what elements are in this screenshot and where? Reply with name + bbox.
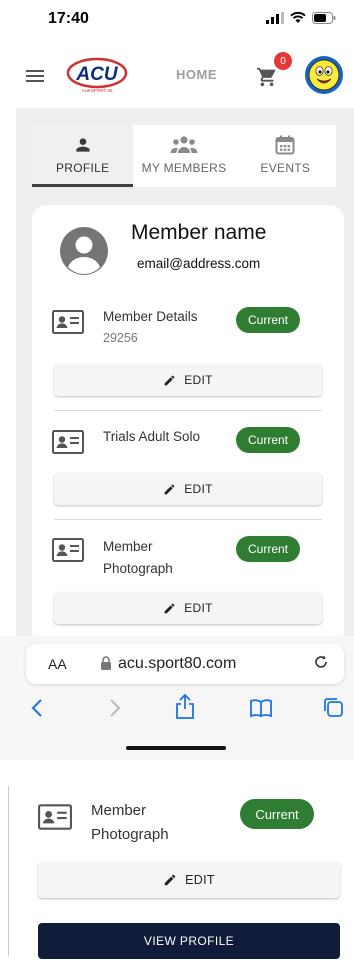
pencil-icon (164, 874, 176, 886)
member-avatar-icon (60, 227, 108, 275)
lower-photograph-title-line1: Member (91, 802, 147, 819)
person-icon (75, 138, 90, 152)
status-badge: Current (240, 799, 314, 829)
acu-logo[interactable]: ACU AUKSPORT 80 (66, 56, 128, 94)
edit-label: EDIT (184, 601, 213, 615)
svg-text:AUKSPORT 80: AUKSPORT 80 (82, 88, 113, 93)
id-card-icon (52, 538, 84, 562)
edit-label: EDIT (184, 482, 213, 496)
status-time: 17:40 (48, 10, 89, 27)
lower-photograph-title-line2: Photograph (91, 826, 169, 843)
status-badge: Current (236, 427, 300, 453)
profile-tabs: PROFILE MY MEMBERS EVENTS (32, 125, 336, 187)
calendar-icon (275, 135, 295, 155)
signal-icon (266, 12, 284, 24)
id-card-icon (38, 804, 72, 830)
user-avatar[interactable] (305, 56, 343, 94)
status-icons (266, 12, 336, 24)
battery-icon (312, 12, 336, 24)
status-bar: 17:40 (0, 0, 354, 40)
tab-my-members[interactable]: MY MEMBERS (133, 125, 234, 187)
edit-photograph-button-lower[interactable]: EDIT (38, 862, 340, 898)
pencil-icon (164, 484, 175, 494)
pencil-icon (164, 375, 175, 385)
group-icon (170, 136, 198, 153)
back-icon[interactable] (30, 698, 44, 718)
status-badge: Current (236, 307, 300, 333)
member-email: email@address.com (137, 256, 261, 271)
share-icon[interactable] (175, 694, 195, 720)
member-name: Member name (131, 221, 267, 244)
edit-label: EDIT (184, 373, 213, 387)
edit-member-details-button[interactable]: EDIT (54, 364, 322, 396)
member-number: 29256 (103, 331, 138, 345)
cart-count-badge: 0 (274, 52, 292, 70)
tab-label: EVENTS (260, 161, 311, 175)
forward-icon[interactable] (108, 698, 122, 718)
browser-nav-row (0, 694, 354, 724)
home-indicator (126, 746, 226, 750)
divider (8, 786, 9, 956)
id-card-icon (52, 310, 84, 334)
home-link[interactable]: HOME (176, 67, 217, 82)
tab-label: MY MEMBERS (141, 161, 227, 175)
member-photograph-title-line2: Photograph (103, 561, 173, 576)
reload-icon[interactable] (312, 653, 330, 676)
edit-photograph-button[interactable]: EDIT (54, 592, 322, 624)
cart-icon[interactable] (256, 66, 278, 88)
menu-icon[interactable] (26, 70, 44, 82)
text-size-button[interactable]: AA (48, 656, 67, 672)
svg-text:ACU: ACU (75, 64, 118, 85)
url-text[interactable]: acu.sport80.com (118, 655, 236, 673)
tab-label: PROFILE (55, 161, 110, 175)
member-photograph-title-line1: Member (103, 539, 153, 554)
app-header: ACU AUKSPORT 80 HOME 0 (0, 40, 354, 108)
status-badge: Current (236, 536, 300, 562)
divider (54, 410, 322, 411)
pencil-icon (164, 603, 175, 613)
id-card-icon (52, 430, 84, 454)
lock-icon (100, 656, 112, 675)
member-details-title: Member Details (103, 309, 198, 324)
tabs-icon[interactable] (322, 696, 344, 718)
wifi-icon (290, 12, 306, 23)
edit-trials-button[interactable]: EDIT (54, 473, 322, 505)
tab-profile[interactable]: PROFILE (32, 125, 134, 187)
edit-label: EDIT (185, 873, 215, 887)
trials-adult-solo-title: Trials Adult Solo (103, 429, 201, 444)
tab-events[interactable]: EVENTS (235, 125, 336, 187)
divider (54, 519, 322, 520)
view-profile-button[interactable]: VIEW PROFILE (38, 923, 340, 959)
bookmarks-icon[interactable] (249, 698, 273, 718)
